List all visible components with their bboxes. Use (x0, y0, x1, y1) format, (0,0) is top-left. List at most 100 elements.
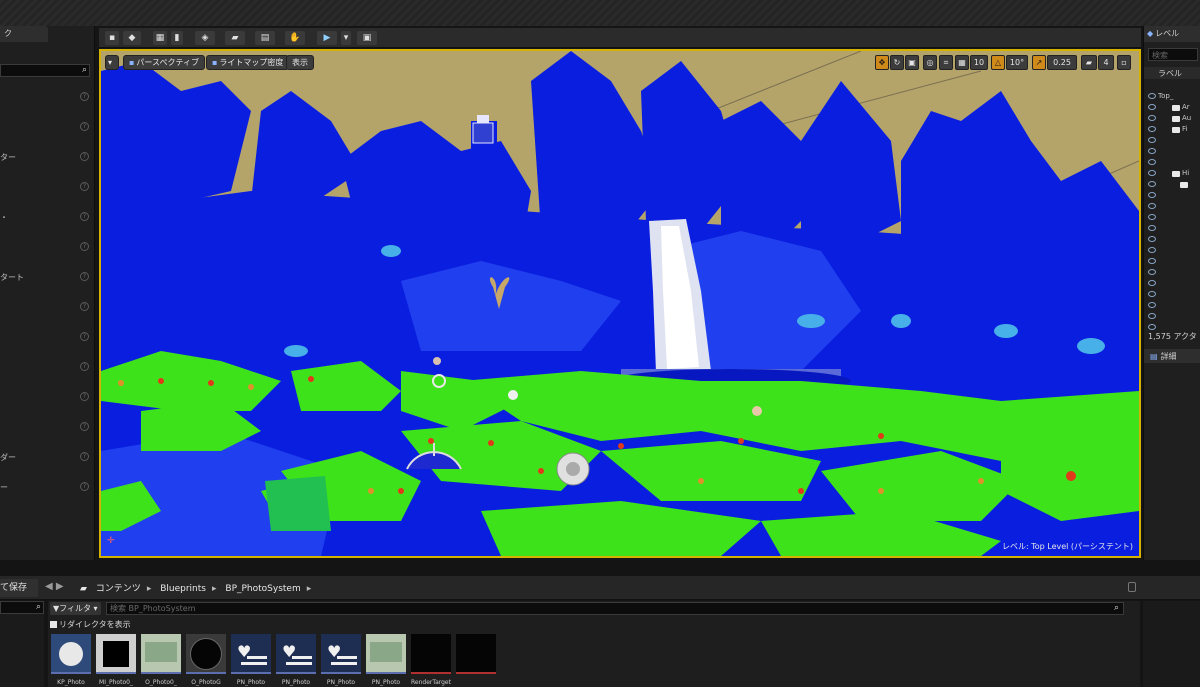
mode-list-item[interactable]: ? (0, 332, 94, 344)
mode-list-item[interactable]: タート? (0, 272, 94, 284)
lock-icon[interactable] (1128, 582, 1136, 592)
grid-snap-icon[interactable]: ▦ (955, 55, 969, 70)
asset-tile[interactable]: ♥ PN_Photo (321, 634, 361, 686)
save-icon[interactable]: ▪ (105, 31, 119, 45)
build-icon[interactable]: ▤ (255, 31, 275, 45)
asset-tile[interactable]: RenderTarget (411, 634, 451, 686)
settings-icon[interactable]: ▮ (171, 31, 183, 45)
outliner-row[interactable] (1144, 136, 1200, 147)
breadcrumb-item[interactable]: Blueprints (160, 584, 206, 594)
visibility-eye-icon[interactable] (1148, 214, 1156, 220)
visibility-eye-icon[interactable] (1148, 247, 1156, 253)
asset-tile[interactable]: PN_Photo (366, 634, 406, 686)
outliner-row[interactable] (1144, 147, 1200, 158)
help-icon[interactable]: ? (80, 422, 89, 431)
outliner-column-label[interactable]: ラベル (1144, 67, 1200, 79)
asset-tile[interactable]: O_Photo0_ (141, 634, 181, 686)
mode-list-item[interactable]: ? (0, 422, 94, 434)
asset-tile[interactable]: ♥ PN_Photo (231, 634, 271, 686)
visibility-eye-icon[interactable] (1148, 280, 1156, 286)
asset-tile[interactable]: O_PhotoG (186, 634, 226, 686)
help-icon[interactable]: ? (80, 302, 89, 311)
levels-tab[interactable]: ◆ レベル (1144, 26, 1200, 42)
viewport-options-chevron-icon[interactable]: ▾ (105, 55, 119, 70)
outliner-row[interactable] (1144, 279, 1200, 290)
rotation-snap-icon[interactable]: △ (991, 55, 1005, 70)
outliner-row[interactable] (1144, 213, 1200, 224)
outliner-row[interactable]: Ar (1144, 103, 1200, 114)
modes-search-input[interactable]: ⌕ (0, 64, 90, 77)
outliner-row[interactable]: Fi (1144, 125, 1200, 136)
asset-tile[interactable]: MI_Photo0_ (96, 634, 136, 686)
blueprints-icon[interactable]: ◈ (195, 31, 215, 45)
mode-list-item[interactable]: ? (0, 122, 94, 134)
visibility-eye-icon[interactable] (1148, 159, 1156, 165)
mode-list-item[interactable]: ・? (0, 212, 94, 224)
outliner-row[interactable]: Au (1144, 114, 1200, 125)
perspective-button[interactable]: ▪ パースペクティブ (123, 55, 205, 70)
help-icon[interactable]: ? (80, 212, 89, 221)
help-icon[interactable]: ? (80, 332, 89, 341)
outliner-row[interactable] (1144, 158, 1200, 169)
outliner-search-input[interactable]: 検索 (1148, 48, 1198, 61)
outliner-row[interactable]: Hi (1144, 169, 1200, 180)
maximize-viewport-icon[interactable]: ▫ (1117, 55, 1131, 70)
asset-tile[interactable]: ♥ PN_Photo (276, 634, 316, 686)
outliner-row[interactable] (1144, 224, 1200, 235)
camera-speed-icon[interactable]: ▰ (1081, 55, 1097, 70)
show-redirectors-toggle[interactable]: リダイレクタを表示 (50, 619, 131, 630)
mode-list-item[interactable]: ? (0, 92, 94, 104)
mode-list-item[interactable]: ? (0, 362, 94, 374)
scale-snap-value[interactable]: 0.25 (1047, 55, 1077, 70)
play-button[interactable]: ▶ (317, 31, 337, 45)
asset-tile[interactable]: KP_Photo (51, 634, 91, 686)
grid-snap-value[interactable]: 10 (970, 55, 988, 70)
outliner-row[interactable] (1144, 301, 1200, 312)
help-icon[interactable]: ? (80, 182, 89, 191)
mode-list-item[interactable]: ター? (0, 152, 94, 164)
save-all-button[interactable]: て保存 (0, 579, 38, 597)
surface-snap-icon[interactable]: ⌗ (939, 55, 953, 70)
outliner-row[interactable]: Top_ (1144, 92, 1200, 103)
camera-speed-value[interactable]: 4 (1098, 55, 1114, 70)
cinematics-icon[interactable]: ▰ (225, 31, 245, 45)
scale-icon[interactable]: ▣ (905, 55, 919, 70)
translate-icon[interactable]: ✥ (875, 55, 889, 70)
visibility-eye-icon[interactable] (1148, 170, 1156, 176)
details-tab[interactable]: ▤ 詳細 (1144, 349, 1200, 363)
filter-button[interactable]: ▼フィルタ ▾ (50, 602, 101, 615)
asset-view-scroll-area[interactable] (1143, 601, 1200, 687)
visibility-eye-icon[interactable] (1148, 236, 1156, 242)
mode-list-item[interactable]: ダー? (0, 452, 94, 464)
outliner-row[interactable] (1144, 290, 1200, 301)
modes-tab[interactable]: ク (0, 26, 48, 42)
marketplace-icon[interactable]: ▦ (153, 31, 167, 45)
help-icon[interactable]: ? (80, 482, 89, 491)
rotation-snap-value[interactable]: 10° (1006, 55, 1028, 70)
rotate-icon[interactable]: ↻ (890, 55, 904, 70)
visibility-eye-icon[interactable] (1148, 269, 1156, 275)
breadcrumb-item[interactable]: コンテンツ (96, 584, 141, 594)
level-viewport[interactable]: ▾ ▪ パースペクティブ ▪ ライトマップ密度 表示 ✥ ↻ ▣ ◎ ⌗ ▦ 10 … (99, 49, 1141, 558)
visibility-eye-icon[interactable] (1148, 203, 1156, 209)
help-icon[interactable]: ? (80, 272, 89, 281)
show-button[interactable]: 表示 (286, 55, 314, 70)
help-icon[interactable]: ? (80, 92, 89, 101)
help-icon[interactable]: ? (80, 362, 89, 371)
visibility-eye-icon[interactable] (1148, 104, 1156, 110)
visibility-eye-icon[interactable] (1148, 313, 1156, 319)
compile-icon[interactable]: ✋ (285, 31, 305, 45)
asset-tile[interactable] (456, 634, 496, 686)
visibility-eye-icon[interactable] (1148, 93, 1156, 99)
play-options-chevron-icon[interactable]: ▾ (341, 31, 351, 45)
outliner-row[interactable] (1144, 235, 1200, 246)
visibility-eye-icon[interactable] (1148, 225, 1156, 231)
help-icon[interactable]: ? (80, 452, 89, 461)
help-icon[interactable]: ? (80, 152, 89, 161)
history-arrows[interactable]: ◀ ▶ (45, 581, 64, 592)
outliner-row[interactable] (1144, 257, 1200, 268)
breadcrumb-item[interactable]: BP_PhotoSystem (225, 584, 300, 594)
outliner-row[interactable] (1144, 202, 1200, 213)
world-local-icon[interactable]: ◎ (923, 55, 937, 70)
visibility-eye-icon[interactable] (1148, 192, 1156, 198)
